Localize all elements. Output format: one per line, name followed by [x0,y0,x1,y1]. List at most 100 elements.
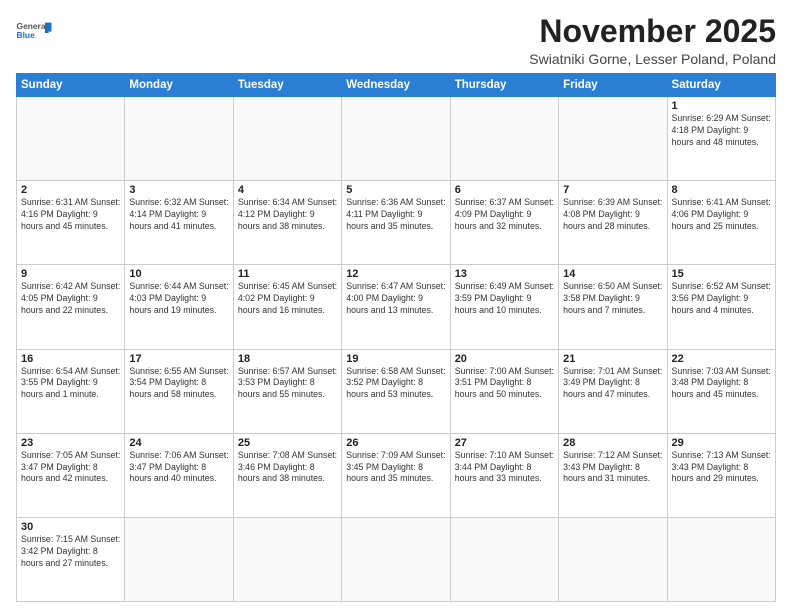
table-row: 30Sunrise: 7:15 AM Sunset: 3:42 PM Dayli… [17,517,125,601]
day-info: Sunrise: 6:39 AM Sunset: 4:08 PM Dayligh… [563,197,662,233]
day-number: 24 [129,437,228,449]
table-row: 2Sunrise: 6:31 AM Sunset: 4:16 PM Daylig… [17,181,125,265]
day-info: Sunrise: 7:13 AM Sunset: 3:43 PM Dayligh… [672,450,771,486]
day-number: 30 [21,521,120,533]
day-info: Sunrise: 6:41 AM Sunset: 4:06 PM Dayligh… [672,197,771,233]
header-tuesday: Tuesday [233,74,341,97]
day-number: 4 [238,184,337,196]
day-info: Sunrise: 6:37 AM Sunset: 4:09 PM Dayligh… [455,197,554,233]
logo: General Blue [16,18,52,42]
day-info: Sunrise: 7:09 AM Sunset: 3:45 PM Dayligh… [346,450,445,486]
day-number: 12 [346,268,445,280]
month-title: November 2025 [529,14,776,49]
day-number: 27 [455,437,554,449]
table-row [559,517,667,601]
header-saturday: Saturday [667,74,775,97]
table-row [233,517,341,601]
table-row [342,97,450,181]
day-info: Sunrise: 6:55 AM Sunset: 3:54 PM Dayligh… [129,366,228,402]
header-thursday: Thursday [450,74,558,97]
table-row: 13Sunrise: 6:49 AM Sunset: 3:59 PM Dayli… [450,265,558,349]
day-number: 26 [346,437,445,449]
calendar-table: Sunday Monday Tuesday Wednesday Thursday… [16,73,776,602]
day-info: Sunrise: 6:45 AM Sunset: 4:02 PM Dayligh… [238,281,337,317]
day-info: Sunrise: 7:01 AM Sunset: 3:49 PM Dayligh… [563,366,662,402]
table-row: 1Sunrise: 6:29 AM Sunset: 4:18 PM Daylig… [667,97,775,181]
day-info: Sunrise: 7:00 AM Sunset: 3:51 PM Dayligh… [455,366,554,402]
table-row: 29Sunrise: 7:13 AM Sunset: 3:43 PM Dayli… [667,433,775,517]
table-row: 17Sunrise: 6:55 AM Sunset: 3:54 PM Dayli… [125,349,233,433]
table-row: 7Sunrise: 6:39 AM Sunset: 4:08 PM Daylig… [559,181,667,265]
table-row [233,97,341,181]
day-info: Sunrise: 6:34 AM Sunset: 4:12 PM Dayligh… [238,197,337,233]
header-friday: Friday [559,74,667,97]
day-info: Sunrise: 7:15 AM Sunset: 3:42 PM Dayligh… [21,534,120,570]
day-number: 8 [672,184,771,196]
table-row: 16Sunrise: 6:54 AM Sunset: 3:55 PM Dayli… [17,349,125,433]
table-row: 23Sunrise: 7:05 AM Sunset: 3:47 PM Dayli… [17,433,125,517]
location-title: Swiatniki Gorne, Lesser Poland, Poland [529,51,776,67]
table-row: 4Sunrise: 6:34 AM Sunset: 4:12 PM Daylig… [233,181,341,265]
table-row: 9Sunrise: 6:42 AM Sunset: 4:05 PM Daylig… [17,265,125,349]
table-row [342,517,450,601]
page: General Blue November 2025 Swiatniki Gor… [0,0,792,612]
day-info: Sunrise: 6:50 AM Sunset: 3:58 PM Dayligh… [563,281,662,317]
day-number: 17 [129,353,228,365]
table-row [667,517,775,601]
day-info: Sunrise: 6:57 AM Sunset: 3:53 PM Dayligh… [238,366,337,402]
day-info: Sunrise: 6:49 AM Sunset: 3:59 PM Dayligh… [455,281,554,317]
header: General Blue November 2025 Swiatniki Gor… [16,14,776,67]
day-info: Sunrise: 7:12 AM Sunset: 3:43 PM Dayligh… [563,450,662,486]
day-number: 14 [563,268,662,280]
table-row [559,97,667,181]
day-info: Sunrise: 6:42 AM Sunset: 4:05 PM Dayligh… [21,281,120,317]
day-info: Sunrise: 7:05 AM Sunset: 3:47 PM Dayligh… [21,450,120,486]
table-row: 6Sunrise: 6:37 AM Sunset: 4:09 PM Daylig… [450,181,558,265]
day-number: 9 [21,268,120,280]
day-number: 15 [672,268,771,280]
day-number: 2 [21,184,120,196]
day-number: 6 [455,184,554,196]
header-sunday: Sunday [17,74,125,97]
generalblue-logo-icon: General Blue [16,20,52,42]
table-row: 15Sunrise: 6:52 AM Sunset: 3:56 PM Dayli… [667,265,775,349]
day-number: 11 [238,268,337,280]
day-number: 28 [563,437,662,449]
table-row: 12Sunrise: 6:47 AM Sunset: 4:00 PM Dayli… [342,265,450,349]
table-row: 14Sunrise: 6:50 AM Sunset: 3:58 PM Dayli… [559,265,667,349]
day-info: Sunrise: 6:47 AM Sunset: 4:00 PM Dayligh… [346,281,445,317]
day-number: 21 [563,353,662,365]
table-row: 21Sunrise: 7:01 AM Sunset: 3:49 PM Dayli… [559,349,667,433]
day-number: 20 [455,353,554,365]
day-number: 18 [238,353,337,365]
day-info: Sunrise: 7:06 AM Sunset: 3:47 PM Dayligh… [129,450,228,486]
table-row [125,97,233,181]
day-info: Sunrise: 6:32 AM Sunset: 4:14 PM Dayligh… [129,197,228,233]
day-info: Sunrise: 6:29 AM Sunset: 4:18 PM Dayligh… [672,113,771,149]
day-info: Sunrise: 6:44 AM Sunset: 4:03 PM Dayligh… [129,281,228,317]
table-row [450,517,558,601]
table-row: 22Sunrise: 7:03 AM Sunset: 3:48 PM Dayli… [667,349,775,433]
table-row: 11Sunrise: 6:45 AM Sunset: 4:02 PM Dayli… [233,265,341,349]
table-row: 28Sunrise: 7:12 AM Sunset: 3:43 PM Dayli… [559,433,667,517]
title-block: November 2025 Swiatniki Gorne, Lesser Po… [529,14,776,67]
day-info: Sunrise: 6:52 AM Sunset: 3:56 PM Dayligh… [672,281,771,317]
table-row [125,517,233,601]
table-row: 20Sunrise: 7:00 AM Sunset: 3:51 PM Dayli… [450,349,558,433]
day-number: 5 [346,184,445,196]
table-row: 8Sunrise: 6:41 AM Sunset: 4:06 PM Daylig… [667,181,775,265]
day-info: Sunrise: 7:10 AM Sunset: 3:44 PM Dayligh… [455,450,554,486]
day-number: 13 [455,268,554,280]
day-info: Sunrise: 7:03 AM Sunset: 3:48 PM Dayligh… [672,366,771,402]
day-info: Sunrise: 7:08 AM Sunset: 3:46 PM Dayligh… [238,450,337,486]
table-row: 18Sunrise: 6:57 AM Sunset: 3:53 PM Dayli… [233,349,341,433]
day-number: 29 [672,437,771,449]
table-row: 27Sunrise: 7:10 AM Sunset: 3:44 PM Dayli… [450,433,558,517]
table-row [17,97,125,181]
weekday-header-row: Sunday Monday Tuesday Wednesday Thursday… [17,74,776,97]
day-number: 10 [129,268,228,280]
table-row [450,97,558,181]
header-wednesday: Wednesday [342,74,450,97]
day-number: 7 [563,184,662,196]
day-number: 19 [346,353,445,365]
